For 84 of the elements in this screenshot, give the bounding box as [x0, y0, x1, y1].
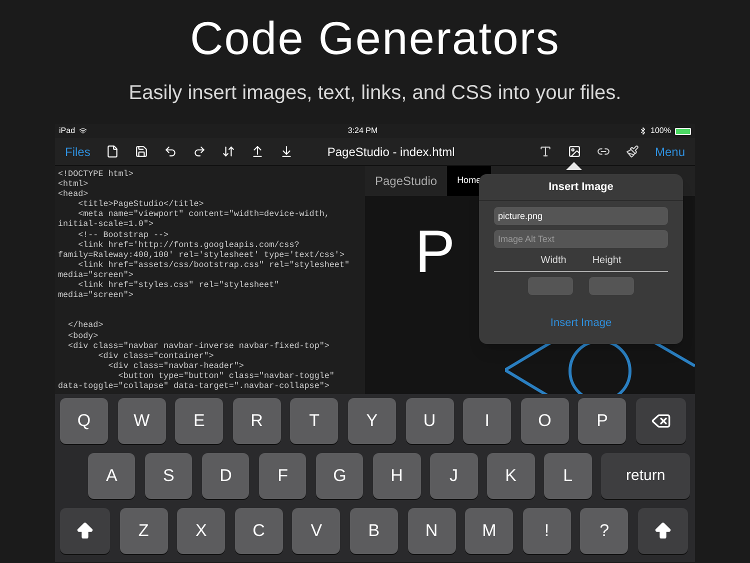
- code-line: <div class="navbar-header">: [107, 360, 244, 371]
- keyboard-key[interactable]: R: [232, 398, 281, 444]
- upload-icon[interactable]: [251, 145, 264, 158]
- battery-icon: [675, 128, 691, 134]
- keyboard-key[interactable]: M: [465, 508, 514, 554]
- redo-icon[interactable]: [193, 145, 206, 158]
- shift-key[interactable]: [60, 508, 110, 554]
- shift-icon: [75, 521, 95, 541]
- keyboard-key[interactable]: A: [88, 453, 136, 499]
- width-field[interactable]: [528, 277, 573, 295]
- code-line: <meta name="viewport" content="width=device-width,: [77, 209, 330, 220]
- image-icon[interactable]: [568, 145, 581, 158]
- code-line: initial-scale=1.0">: [58, 219, 154, 230]
- keyboard-key[interactable]: O: [520, 398, 569, 444]
- popover-title: Insert Image: [479, 174, 683, 201]
- height-label: Height: [592, 254, 622, 268]
- backspace-key[interactable]: [636, 398, 686, 444]
- code-line: <button type="button" class="navbar-toggle": [117, 370, 334, 381]
- code-line: </head>: [67, 320, 104, 330]
- keyboard-key[interactable]: V: [292, 508, 340, 554]
- return-key[interactable]: return: [601, 453, 690, 499]
- text-icon[interactable]: [538, 145, 552, 158]
- code-line: family=Raleway:400,100' rel='stylesheet' type='text/css'>: [58, 250, 344, 260]
- code-line: <!DOCTYPE html>: [58, 169, 134, 179]
- menu-button[interactable]: Menu: [654, 142, 685, 160]
- brush-icon[interactable]: [626, 145, 639, 158]
- files-button[interactable]: Files: [65, 142, 90, 160]
- preview-brand: PageStudio: [374, 173, 438, 190]
- undo-icon[interactable]: [164, 145, 178, 158]
- code-line: <html>: [58, 179, 88, 190]
- shift-icon: [652, 521, 673, 541]
- download-icon[interactable]: [280, 145, 294, 158]
- keyboard-key[interactable]: H: [373, 453, 420, 499]
- status-time: 3:24 PM: [346, 125, 379, 137]
- keyboard-key[interactable]: F: [259, 453, 306, 499]
- keyboard-key[interactable]: T: [290, 398, 338, 444]
- code-line: media="screen">: [58, 270, 134, 280]
- code-line: data-toggle="collapse" data-target=".navbar-collapse">: [58, 380, 330, 391]
- keyboard-key[interactable]: L: [544, 453, 592, 499]
- code-line: media="screen">: [58, 290, 134, 300]
- bluetooth-icon: [638, 127, 647, 135]
- battery-percent: 100%: [650, 125, 671, 137]
- keyboard-key[interactable]: Y: [348, 398, 396, 444]
- subheadline: Easily insert images, text, links, and CSS into your files.: [128, 81, 622, 106]
- keyboard-key[interactable]: E: [175, 398, 224, 444]
- shift-key[interactable]: [638, 508, 688, 554]
- keyboard-key[interactable]: I: [463, 398, 512, 444]
- save-icon[interactable]: [135, 145, 148, 158]
- keyboard-key[interactable]: ?: [580, 508, 628, 554]
- code-line: <body>: [67, 330, 98, 340]
- code-line: <link href="assets/css/bootstrap.css" rel="stylesheet": [77, 260, 350, 270]
- alt-text-field[interactable]: Image Alt Text: [494, 230, 668, 248]
- keyboard-key[interactable]: U: [406, 398, 454, 444]
- keyboard-key[interactable]: S: [145, 453, 192, 499]
- keyboard-key[interactable]: D: [202, 453, 250, 499]
- device-label: iPad: [59, 125, 76, 137]
- keyboard-key[interactable]: N: [408, 508, 456, 554]
- width-label: Width: [540, 254, 566, 268]
- keyboard-key[interactable]: W: [118, 398, 166, 444]
- code-line: <div class="container">: [97, 350, 214, 361]
- headline: Code Generators: [190, 11, 560, 66]
- keyboard-key[interactable]: Q: [60, 398, 108, 444]
- code-line: <head>: [58, 189, 88, 200]
- keyboard-key[interactable]: J: [430, 453, 478, 499]
- keyboard-key[interactable]: !: [522, 508, 571, 554]
- keyboard-key[interactable]: B: [350, 508, 398, 554]
- code-line: <title>PageStudio</title>: [77, 199, 204, 210]
- preview-heading: P: [415, 222, 456, 282]
- document-title: PageStudio - index.html: [327, 144, 456, 160]
- height-field[interactable]: [589, 277, 634, 295]
- file-name-field[interactable]: picture.png: [494, 207, 668, 225]
- code-line: <!-- Bootstrap -->: [77, 230, 169, 240]
- keyboard-key[interactable]: X: [177, 508, 226, 554]
- keyboard-key[interactable]: K: [487, 453, 535, 499]
- sort-icon[interactable]: [222, 145, 236, 158]
- code-line: <link href="styles.css" rel="stylesheet": [77, 280, 280, 290]
- keyboard-key[interactable]: Z: [120, 508, 168, 554]
- code-line: <div class="navbar navbar-inverse navbar-fixed-top">: [67, 340, 330, 351]
- wifi-icon: [79, 127, 88, 135]
- keyboard-key[interactable]: C: [234, 508, 283, 554]
- keyboard-key[interactable]: G: [316, 453, 364, 499]
- file-icon[interactable]: [106, 145, 120, 158]
- code-line: <link href='http://fonts.googleapis.com/css?: [77, 240, 300, 250]
- keyboard-key[interactable]: P: [578, 398, 626, 444]
